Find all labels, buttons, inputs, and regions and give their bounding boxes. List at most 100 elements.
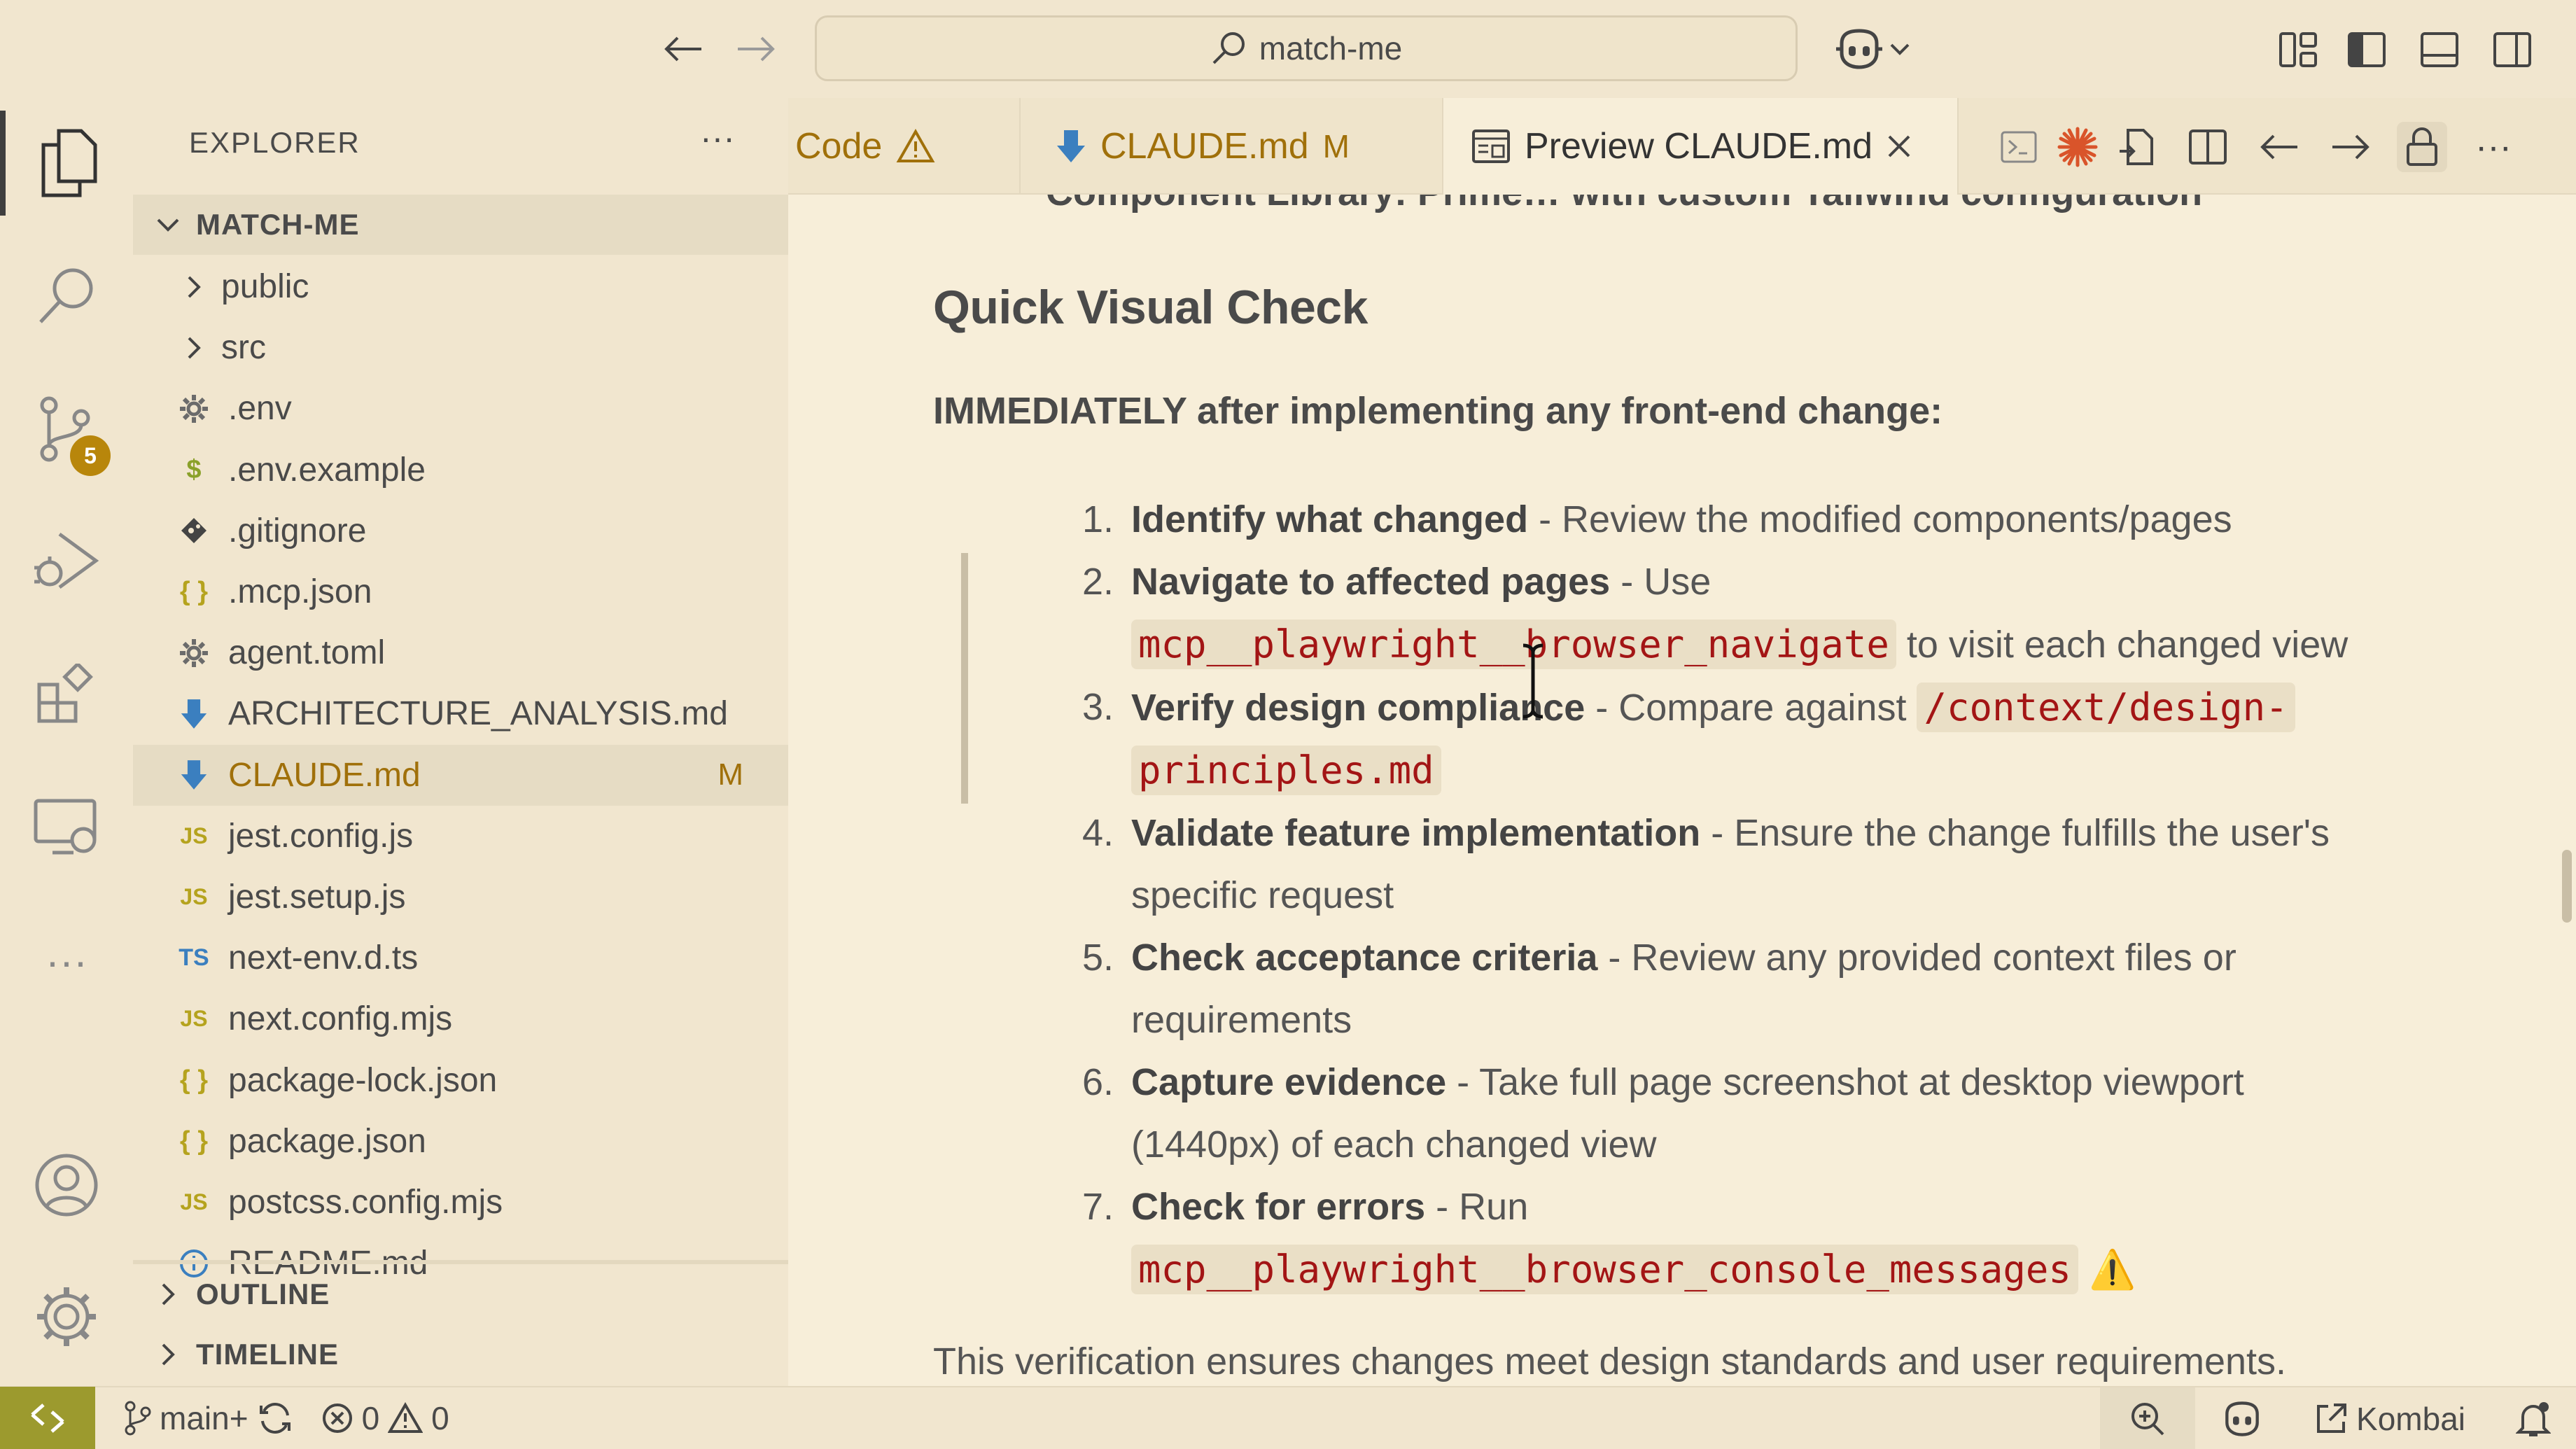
go-back-icon[interactable] [2254,122,2304,172]
list-item: 5. Check acceptance criteria - Review an… [1082,937,2236,1041]
explorer-sidebar: EXPLORER ··· MATCH-ME public src .env $ .env… [133,98,788,1386]
inline-code: mcp__playwright__browser_console_message… [1131,1245,2078,1294]
git-icon [175,517,213,545]
toggle-secondary-sidebar-icon[interactable] [2488,25,2537,74]
javascript-file-icon: JS [180,1189,208,1214]
section-heading: Quick Visual Check [933,281,1368,334]
timeline-label: TIMELINE [196,1338,339,1371]
claude-spark-icon[interactable] [2052,122,2103,172]
more-views-icon[interactable]: ··· [0,909,133,1014]
inline-code: /context/design- [1917,682,2295,732]
tab-claude-md[interactable]: CLAUDE.md M [1021,98,1443,195]
tree-file[interactable]: ARCHITECTURE_ANALYSIS.md [133,683,788,744]
editor-scrollbar[interactable] [2562,850,2572,923]
project-folder-header[interactable]: MATCH-ME [133,195,788,255]
tree-file[interactable]: .gitignore [133,500,788,561]
kombai-label: Kombai [2356,1401,2465,1437]
tree-file[interactable]: .env [133,378,788,439]
modified-flag: M [1322,128,1350,164]
tree-file[interactable]: CLAUDE.md M [133,744,788,806]
markdown-arrow-icon [1057,130,1085,162]
branch-indicator[interactable]: main+ [123,1399,293,1437]
problems-indicator[interactable]: 0 0 [321,1399,449,1437]
tree-folder[interactable]: public [133,256,788,317]
more-actions-icon[interactable]: ··· [2468,122,2519,172]
source-control-icon[interactable]: 5 [0,377,133,482]
open-in-terminal-icon[interactable] [1994,122,2044,172]
preview-icon [1472,130,1510,163]
list-item: 4. Validate feature implementation - Ens… [1082,812,2330,916]
explorer-icon[interactable] [0,111,133,216]
remote-explorer-icon[interactable] [0,776,133,881]
run-debug-icon[interactable] [0,510,133,615]
chevron-right-icon [140,1343,196,1366]
kombai-button[interactable]: Kombai [2289,1387,2491,1449]
copilot-menu-button[interactable] [1827,21,1918,77]
tree-file[interactable]: JS jest.setup.js [133,867,788,927]
tree-file[interactable]: TS next-env.d.ts [133,927,788,988]
lock-preview-icon[interactable] [2397,122,2447,172]
warning-icon [388,1402,424,1433]
zoom-in-icon[interactable] [2100,1387,2196,1449]
json-braces-icon: { } [179,1065,209,1095]
markdown-file-icon [175,759,213,791]
copilot-status-icon[interactable] [2195,1387,2289,1449]
tree-file[interactable]: agent.toml [133,622,788,683]
tree-folder[interactable]: src [133,317,788,378]
git-status-badge: M [718,757,743,792]
tree-item-label: agent.toml [228,634,386,672]
go-forward-icon[interactable] [2325,122,2376,172]
sync-icon[interactable] [257,1401,293,1435]
search-icon[interactable] [0,244,133,349]
editor-tab-bar: Code CLAUDE.md M Preview CLAUDE.md ··· [788,98,2576,195]
toggle-primary-sidebar-icon[interactable] [2342,25,2391,74]
warning-emoji-icon: ⚠️ [2088,1249,2136,1291]
source-control-badge: 5 [70,435,111,476]
tree-file[interactable]: { } .mcp.json [133,561,788,622]
json-braces-icon: { } [179,1126,209,1156]
search-text: match-me [1259,30,1403,66]
remote-indicator-icon[interactable] [0,1387,95,1449]
tree-item-label: jest.config.js [228,817,414,855]
tree-file[interactable]: { } package-lock.json [133,1050,788,1111]
outline-section-header[interactable]: OUTLINE [133,1264,788,1324]
activity-bar: 5 ··· [0,98,133,1386]
checklist: 1. Identify what changed - Review the mo… [928,489,2468,1301]
tree-file[interactable]: $ .env.example [133,440,788,500]
tree-item-label: .mcp.json [228,573,372,610]
timeline-section-header[interactable]: TIMELINE [133,1324,788,1385]
accounts-icon[interactable] [0,1133,133,1238]
open-source-file-icon[interactable] [2111,122,2162,172]
tree-file[interactable]: JS postcss.config.mjs [133,1172,788,1233]
sidebar-more-actions[interactable]: ··· [700,118,735,158]
tree-item-label: next.config.mjs [228,1000,453,1038]
list-item: 7. Check for errors - Run mcp__playwrigh… [928,1176,2468,1301]
tab-code[interactable]: Code [788,98,1021,195]
error-icon [322,1404,352,1433]
customize-layout-icon[interactable] [2274,25,2323,74]
tab-preview-claude-md[interactable]: Preview CLAUDE.md [1443,98,1959,195]
search-icon [1212,32,1245,64]
tree-file[interactable]: JS jest.config.js [133,806,788,867]
list-item: 6. Capture evidence - Take full page scr… [1082,1061,2244,1166]
tab-label: Preview CLAUDE.md [1525,126,1873,167]
tree-item-label: .env [228,390,292,428]
error-count: 0 [361,1400,380,1436]
title-bar: match-me [0,0,2576,98]
close-icon[interactable] [1886,134,1912,159]
dollar-icon: $ [186,454,202,484]
markdown-preview[interactable]: Component Library: Prime… with custom Ta… [788,195,2576,1386]
tree-file[interactable]: { } package.json [133,1111,788,1172]
javascript-file-icon: JS [180,822,208,848]
back-arrow-icon[interactable] [655,21,711,77]
split-editor-icon[interactable] [2183,122,2233,172]
command-center-search[interactable]: match-me [815,15,1798,81]
forward-arrow-icon[interactable] [728,21,784,77]
tree-item-label: package.json [228,1122,426,1160]
settings-gear-icon[interactable] [0,1264,133,1369]
toggle-panel-icon[interactable] [2415,25,2464,74]
notifications-bell-icon[interactable] [2491,1387,2576,1449]
extensions-icon[interactable] [0,643,133,748]
tree-file[interactable]: JS next.config.mjs [133,988,788,1049]
javascript-file-icon: JS [180,884,208,909]
